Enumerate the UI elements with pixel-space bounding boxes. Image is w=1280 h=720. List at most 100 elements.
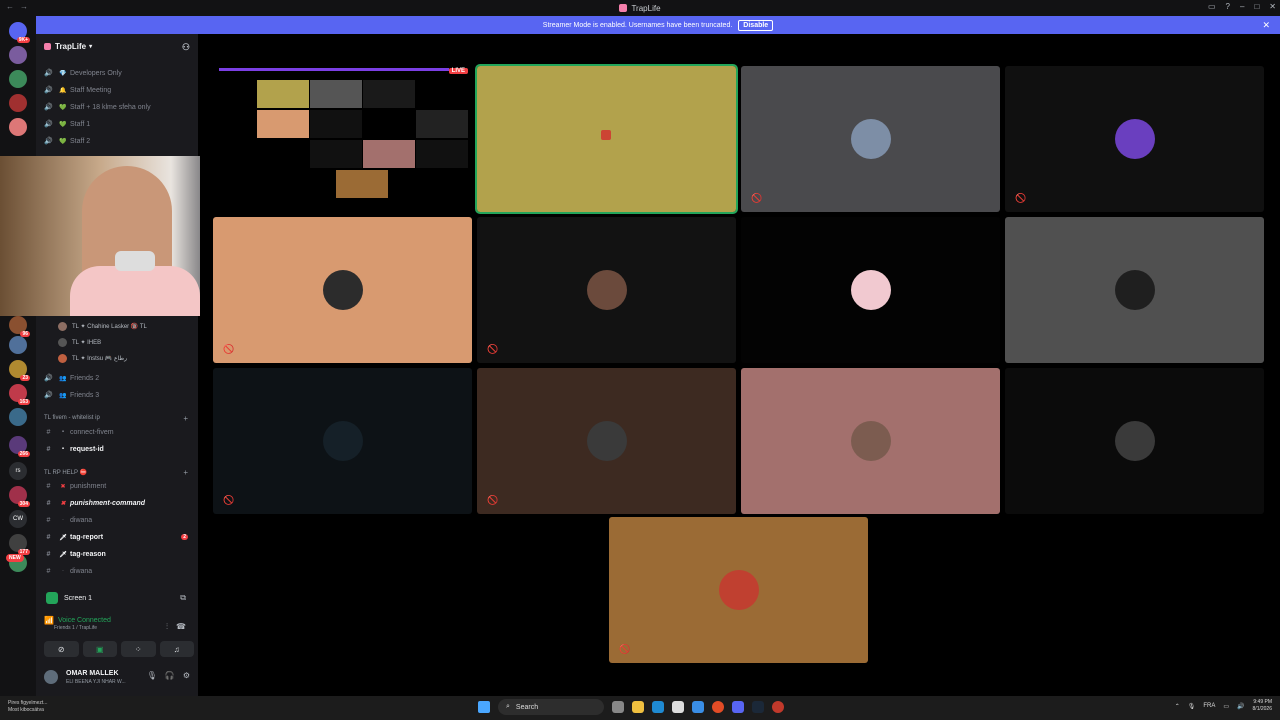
language-indicator[interactable]: FRA [1203, 703, 1215, 709]
participant-tile[interactable] [741, 217, 1000, 363]
channel-emoji: ✖ [60, 483, 66, 490]
clock[interactable]: 9:49 PM 8/1/2026 [1253, 699, 1272, 713]
taskbar-search[interactable]: ⌕ Search [498, 699, 604, 715]
file-explorer-icon[interactable] [632, 701, 644, 713]
channel-emoji: ✖ [60, 500, 66, 507]
camera-button[interactable]: ⊘ [44, 641, 79, 657]
participant-tile[interactable]: 🚫 [213, 368, 472, 514]
activities-button[interactable]: ⁘ [121, 641, 156, 657]
store-icon[interactable] [672, 701, 684, 713]
tray-mic-icon[interactable]: 🎙 [1188, 703, 1196, 710]
steam-icon[interactable] [752, 701, 764, 713]
server-icon[interactable] [9, 94, 27, 112]
text-channel-item[interactable]: # ✖ punishment-command [44, 496, 194, 510]
server-icon[interactable] [9, 408, 27, 426]
obs-icon[interactable] [772, 701, 784, 713]
participant-tile[interactable]: 🚫 [477, 368, 736, 514]
participant-tile[interactable] [741, 368, 1000, 514]
category-fivem[interactable]: TL fivem - whitelist ip + [44, 412, 194, 424]
guild-header[interactable]: TrapLife ▾ ⚇ [36, 34, 198, 58]
voice-channel-item[interactable]: 🔊 💚 Staff 2 [44, 134, 194, 148]
category-help[interactable]: TL RP HELP ⛔ + [44, 466, 194, 478]
forward-arrow-icon[interactable]: → [20, 2, 28, 11]
mic-icon[interactable]: 🎙 [147, 671, 157, 680]
participant-tile[interactable]: 🚫 [609, 517, 868, 663]
server-icon[interactable] [9, 118, 27, 136]
gear-icon[interactable]: ⚙ [183, 671, 190, 680]
text-channel-item[interactable]: # 🗡 tag-report 2 [44, 530, 194, 544]
soundboard-button[interactable]: ♫ [159, 641, 194, 657]
add-channel-icon[interactable]: + [183, 468, 188, 477]
volume-icon[interactable]: 🔊 [1237, 703, 1244, 710]
weather-widget[interactable]: Pires figyelmezt... Most kibocsátva [8, 700, 47, 714]
help-icon[interactable]: ? [1226, 2, 1230, 11]
voice-channel-item[interactable]: 🔊 💚 Staff + 18 klme sfeha only [44, 100, 194, 114]
share-screen-button[interactable]: ▣ [82, 641, 117, 657]
text-channel-item[interactable]: # 🗡 tag-reason [44, 547, 194, 561]
server-icon[interactable]: 96 [9, 316, 30, 337]
voice-channel-item[interactable]: 🔊 💎 Developers Only [44, 66, 194, 80]
task-view-icon[interactable] [612, 701, 624, 713]
tray-chevron-icon[interactable]: ⌃ [1175, 703, 1180, 710]
server-icon[interactable] [9, 70, 27, 88]
network-icon[interactable]: ▭ [1223, 703, 1229, 710]
server-icon[interactable]: rs [9, 462, 27, 480]
noise-suppression-icon[interactable]: ⫶ [166, 622, 168, 632]
server-icon[interactable]: 163 [9, 384, 30, 405]
server-icon[interactable]: 304 [9, 486, 30, 507]
server-icon[interactable] [9, 46, 27, 64]
participant-tile[interactable]: 🚫 [1005, 66, 1264, 212]
nav-arrows[interactable]: ← → [6, 2, 28, 11]
text-channel-item[interactable]: # ▪ request-id [44, 442, 194, 456]
start-icon[interactable] [478, 701, 490, 713]
participant-tile[interactable] [475, 64, 738, 214]
inbox-icon[interactable]: ▭ [1208, 2, 1216, 11]
unread-badge: 304 [17, 501, 30, 507]
close-banner-icon[interactable]: ✕ [1262, 20, 1270, 31]
mail-icon[interactable] [692, 701, 704, 713]
back-arrow-icon[interactable]: ← [6, 2, 14, 11]
participant-tile[interactable] [1005, 368, 1264, 514]
edge-icon[interactable] [652, 701, 664, 713]
voice-member[interactable]: TL ✦ Instsu 🎮 رطاع [58, 351, 127, 365]
voice-status[interactable]: Voice Connected [58, 617, 111, 624]
add-channel-icon[interactable]: + [183, 414, 188, 423]
signal-icon[interactable]: 📶 [44, 616, 54, 625]
server-icon[interactable] [9, 336, 27, 354]
stream-preview-cell [416, 140, 468, 168]
voice-channel-item[interactable]: 🔊 👥 Friends 2 [44, 371, 194, 385]
voice-channel-item[interactable]: 🔊 👥 Friends 3 [44, 388, 194, 402]
headphones-icon[interactable]: 🎧 [165, 671, 175, 680]
voice-member[interactable]: TL ✦ IHEB [58, 335, 101, 349]
maximize-button[interactable]: □ [1254, 2, 1259, 11]
participant-tile[interactable] [1005, 217, 1264, 363]
server-icon[interactable]: 266 [9, 436, 30, 457]
server-icon[interactable]: 9K+ [9, 22, 30, 43]
text-channel-item[interactable]: # ▪ connect-fivem [44, 425, 194, 439]
disable-streamer-button[interactable]: Disable [738, 19, 774, 31]
minimize-button[interactable]: – [1240, 2, 1244, 11]
participant-tile[interactable]: 🚫 [741, 66, 1000, 212]
popout-icon[interactable]: ⧉ [180, 593, 186, 603]
disconnect-icon[interactable]: ☎ [176, 622, 186, 631]
channel-emoji: 👥 [59, 392, 67, 399]
text-channel-item[interactable]: # · diwana [44, 564, 194, 578]
avatar[interactable] [44, 670, 58, 684]
server-icon[interactable]: 23 [9, 360, 30, 381]
screen-share-row[interactable]: Screen 1 ⧉ [36, 588, 198, 608]
chrome-icon[interactable] [712, 701, 724, 713]
discord-icon[interactable] [732, 701, 744, 713]
voice-channel-item[interactable]: 🔊 💚 Staff 1 [44, 117, 194, 131]
participant-tile[interactable]: 🚫 [477, 217, 736, 363]
server-icon[interactable]: CW [9, 510, 27, 528]
voice-member[interactable]: TL ✦ Chahine Lasker 🔞 TL [58, 319, 147, 333]
text-channel-item[interactable]: # ✖ punishment [44, 479, 194, 493]
server-icon[interactable]: 177 [9, 534, 30, 555]
add-member-icon[interactable]: ⚇ [182, 42, 190, 53]
participant-tile[interactable]: LIVE [213, 66, 472, 212]
text-channel-item[interactable]: # · diwana [44, 513, 194, 527]
close-window-button[interactable]: ✕ [1269, 2, 1276, 11]
channel-emoji: 🔔 [59, 87, 67, 94]
voice-channel-item[interactable]: 🔊 🔔 Staff Meeting [44, 83, 194, 97]
participant-tile[interactable]: 🚫 [213, 217, 472, 363]
